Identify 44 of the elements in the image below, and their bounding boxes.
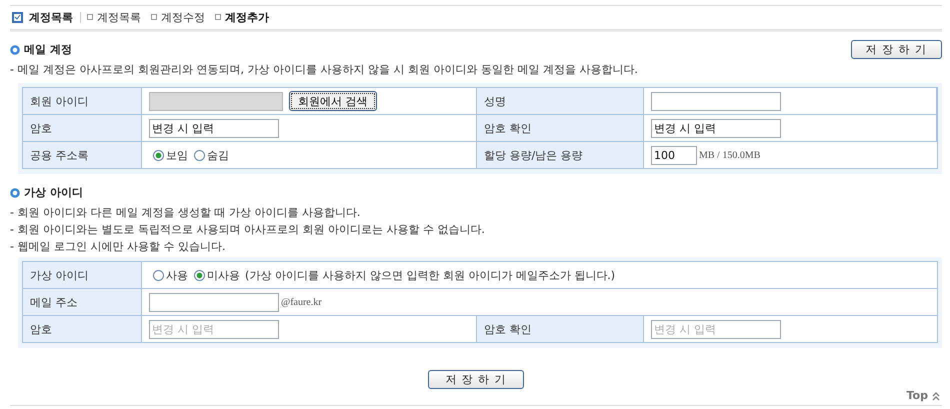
nav-link[interactable]: 계정수정: [151, 10, 205, 24]
field-label: 가상 아이디: [30, 268, 88, 282]
radio-button[interactable]: [153, 270, 164, 280]
field-label: 성명: [484, 94, 506, 108]
section-title: 메일 계정: [24, 42, 72, 57]
text-field[interactable]: 100: [651, 146, 697, 164]
radio-label: 보임: [166, 148, 188, 162]
nav-link[interactable]: 계정목록: [87, 10, 141, 24]
radio-button[interactable]: [194, 270, 205, 280]
save-button[interactable]: 저 장 하 기: [428, 370, 524, 389]
field-label: 메일 주소: [30, 294, 78, 310]
nav-link[interactable]: 계정추가: [215, 10, 269, 24]
circle-icon: [10, 44, 20, 54]
field-label: 암호 확인: [484, 120, 532, 136]
field-label: 암호 확인: [484, 322, 532, 336]
text-field[interactable]: 변경 시 입력: [149, 320, 279, 338]
field-label: 할당 용량/남은 용량: [484, 148, 583, 162]
help-text: - 회원 아이디와 다른 메일 계정을 생성할 때 가상 아이디를 사용합니다.: [10, 205, 362, 221]
radio-label: 미사용: [207, 268, 240, 282]
section-title: 가상 아이디: [24, 185, 83, 200]
field-label: 암호: [30, 120, 52, 136]
double-chevron-up-icon: [932, 392, 940, 400]
help-text: - 메일 계정은 아사프로의 회원관리와 연동되며, 가상 아이디를 사용하지 않을 시 회원 아이디와 동일한 메일 계정을 사용합니다.: [10, 62, 639, 78]
radio-label: 숨김: [207, 148, 229, 162]
domain-text: @faure.kr: [281, 296, 322, 308]
radio-label: 사용: [166, 268, 188, 282]
field-label: 공용 주소록: [30, 148, 88, 162]
text-field[interactable]: 변경 시 입력: [149, 118, 279, 138]
page-title: 계정목록: [29, 12, 81, 22]
circle-icon: [10, 188, 20, 198]
text-field[interactable]: 변경 시 입력: [651, 118, 781, 138]
top-link[interactable]: Top: [906, 389, 940, 403]
radio-button[interactable]: [153, 150, 164, 160]
quota-text: MB / 150.0MB: [699, 150, 760, 160]
text-field[interactable]: [651, 92, 781, 110]
field-label: 회원 아이디: [30, 94, 88, 108]
radio-button[interactable]: [194, 150, 205, 160]
save-button[interactable]: 저 장 하 기: [850, 40, 942, 59]
help-text: - 웹메일 로그인 시에만 사용할 수 있습니다.: [10, 239, 226, 255]
text-field[interactable]: 변경 시 입력: [651, 320, 781, 338]
field-label: 암호: [30, 322, 52, 336]
hint-text: (가상 아이디를 사용하지 않으면 입력한 회원 아이디가 메일주소가 됩니다.): [245, 268, 616, 282]
text-field[interactable]: [149, 292, 279, 312]
help-text: - 회원 아이디와는 별도로 독립적으로 사용되며 아사프로의 회원 아이디로는 사용할 수 없습니다.: [10, 222, 486, 238]
